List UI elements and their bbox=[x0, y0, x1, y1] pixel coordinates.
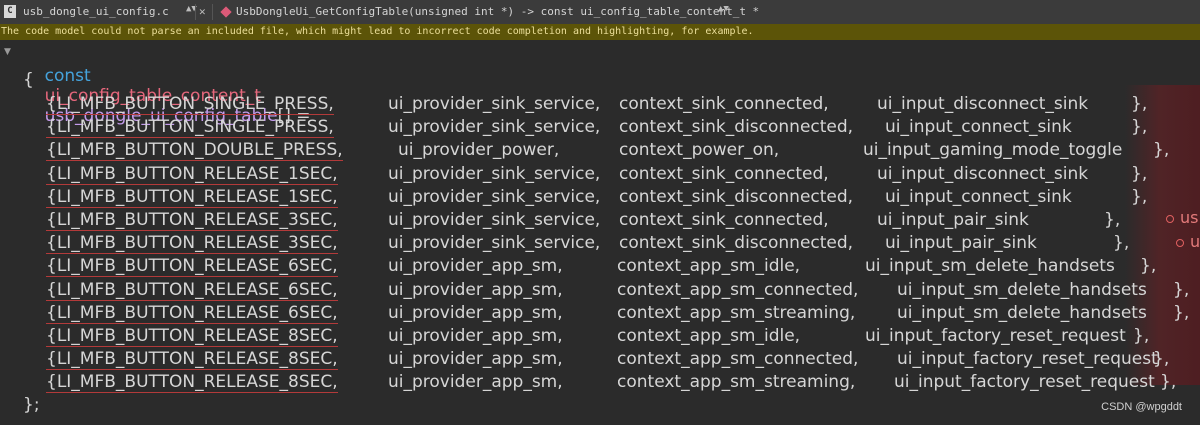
row-close: }, bbox=[1173, 302, 1190, 323]
row-provider: ui_provider_app_sm, bbox=[388, 372, 563, 393]
diagnostic-circle-icon bbox=[1166, 214, 1174, 223]
row-context: context_sink_disconnected, bbox=[619, 117, 854, 138]
row-close: }, bbox=[1140, 256, 1157, 277]
row-provider: ui_provider_sink_service, bbox=[388, 186, 601, 207]
row-button-event: {LI_MFB_BUTTON_RELEASE_6SEC, bbox=[46, 279, 338, 301]
row-button-event: {LI_MFB_BUTTON_SINGLE_PRESS, bbox=[46, 117, 334, 139]
row-context: context_sink_connected, bbox=[619, 94, 829, 114]
row-input: ui_input_factory_reset_request bbox=[897, 349, 1158, 370]
row-button-event: {LI_MFB_BUTTON_RELEASE_6SEC, bbox=[46, 256, 338, 278]
toolbar-divider bbox=[195, 4, 196, 20]
close-brace: }; bbox=[23, 395, 40, 415]
row-close: }, bbox=[1153, 140, 1170, 161]
row-button-event: {LI_MFB_BUTTON_RELEASE_1SEC, bbox=[46, 186, 338, 208]
symbol-selector[interactable]: UsbDongleUi_GetConfigTable(unsigned int … bbox=[236, 5, 759, 18]
row-provider: ui_provider_app_sm, bbox=[388, 302, 563, 323]
row-provider: ui_provider_sink_service, bbox=[388, 210, 601, 230]
row-button-event: {LI_MFB_BUTTON_DOUBLE_PRESS, bbox=[46, 140, 343, 162]
row-close: }, bbox=[1131, 94, 1148, 114]
row-provider: ui_provider_app_sm, bbox=[388, 279, 563, 300]
row-input: ui_input_disconnect_sink bbox=[877, 163, 1089, 184]
row-context: context_power_on, bbox=[619, 140, 780, 161]
open-brace: { bbox=[23, 70, 34, 90]
row-close: }, bbox=[1173, 279, 1190, 300]
row-context: context_sink_disconnected, bbox=[619, 233, 854, 254]
row-input: ui_input_connect_sink bbox=[885, 117, 1072, 138]
row-context: context_app_sm_idle, bbox=[617, 326, 801, 346]
row-context: context_app_sm_connected, bbox=[617, 349, 859, 370]
row-input: ui_input_pair_sink bbox=[885, 233, 1037, 254]
row-input: ui_input_pair_sink bbox=[877, 210, 1029, 230]
row-context: context_sink_disconnected, bbox=[619, 186, 854, 207]
row-input: ui_input_factory_reset_request bbox=[865, 326, 1126, 346]
row-provider: ui_provider_sink_service, bbox=[388, 94, 601, 114]
code-model-warning-bar: The code model could not parse an includ… bbox=[0, 24, 1200, 40]
row-provider: ui_provider_sink_service, bbox=[388, 233, 601, 254]
watermark: CSDN @wpgddt bbox=[1101, 401, 1182, 413]
row-provider: ui_provider_sink_service, bbox=[388, 117, 601, 138]
row-close: }, bbox=[1131, 117, 1148, 138]
file-selector[interactable]: usb_dongle_ui_config.c bbox=[23, 5, 169, 18]
row-context: context_sink_connected, bbox=[619, 163, 829, 184]
row-input: ui_input_sm_delete_handsets bbox=[897, 279, 1147, 300]
row-close: }, bbox=[1113, 233, 1130, 254]
row-provider: ui_provider_app_sm, bbox=[388, 349, 563, 370]
row-button-event: {LI_MFB_BUTTON_RELEASE_8SEC, bbox=[46, 349, 338, 371]
row-close: }, bbox=[1153, 349, 1170, 370]
row-close: }, bbox=[1160, 372, 1177, 393]
row-input: ui_input_disconnect_sink bbox=[877, 94, 1089, 114]
row-input: ui_input_sm_delete_handsets bbox=[897, 302, 1147, 323]
row-button-event: {LI_MFB_BUTTON_RELEASE_8SEC, bbox=[46, 326, 338, 347]
code-editor[interactable]: const ui_config_table_content_t usb_dong… bbox=[0, 40, 1200, 425]
editor-toolbar: C usb_dongle_ui_config.c ▲▼ ✕ UsbDongleU… bbox=[0, 0, 1200, 25]
row-context: context_sink_connected, bbox=[619, 210, 829, 230]
row-close: }, bbox=[1104, 210, 1121, 230]
row-input: ui_input_sm_delete_handsets bbox=[865, 256, 1115, 277]
row-close: }, bbox=[1131, 186, 1148, 207]
row-button-event: {LI_MFB_BUTTON_SINGLE_PRESS, bbox=[46, 94, 334, 115]
diagnostic-tag: u bbox=[1176, 232, 1200, 251]
row-context: context_app_sm_streaming, bbox=[617, 302, 856, 323]
row-context: context_app_sm_streaming, bbox=[617, 372, 856, 393]
diagnostic-circle-icon bbox=[1176, 238, 1184, 247]
row-input: ui_input_gaming_mode_toggle bbox=[863, 140, 1123, 161]
row-button-event: {LI_MFB_BUTTON_RELEASE_1SEC, bbox=[46, 163, 338, 185]
row-input: ui_input_connect_sink bbox=[885, 186, 1072, 207]
function-icon bbox=[220, 6, 232, 18]
row-close: }, bbox=[1131, 163, 1148, 184]
const-keyword: const bbox=[44, 66, 91, 86]
row-provider: ui_provider_sink_service, bbox=[388, 163, 601, 184]
diagnostic-tag: us bbox=[1166, 208, 1198, 227]
toolbar-divider bbox=[212, 4, 213, 20]
row-button-event: {LI_MFB_BUTTON_RELEASE_6SEC, bbox=[46, 302, 338, 324]
close-icon[interactable]: ✕ bbox=[199, 5, 206, 18]
c-file-icon: C bbox=[4, 5, 16, 18]
row-provider: ui_provider_app_sm, bbox=[388, 326, 563, 346]
row-button-event: {LI_MFB_BUTTON_RELEASE_3SEC, bbox=[46, 210, 338, 231]
row-provider: ui_provider_power, bbox=[398, 140, 560, 161]
row-context: context_app_sm_connected, bbox=[617, 279, 859, 300]
row-input: ui_input_factory_reset_request bbox=[894, 372, 1155, 393]
row-context: context_app_sm_idle, bbox=[617, 256, 801, 277]
warning-text: The code model could not parse an includ… bbox=[1, 26, 754, 37]
updown-arrows-icon[interactable]: ▲▼ bbox=[718, 4, 729, 14]
row-close: }, bbox=[1133, 326, 1150, 346]
row-provider: ui_provider_app_sm, bbox=[388, 256, 563, 277]
row-button-event: {LI_MFB_BUTTON_RELEASE_3SEC, bbox=[46, 233, 338, 255]
row-button-event: {LI_MFB_BUTTON_RELEASE_8SEC, bbox=[46, 372, 338, 394]
